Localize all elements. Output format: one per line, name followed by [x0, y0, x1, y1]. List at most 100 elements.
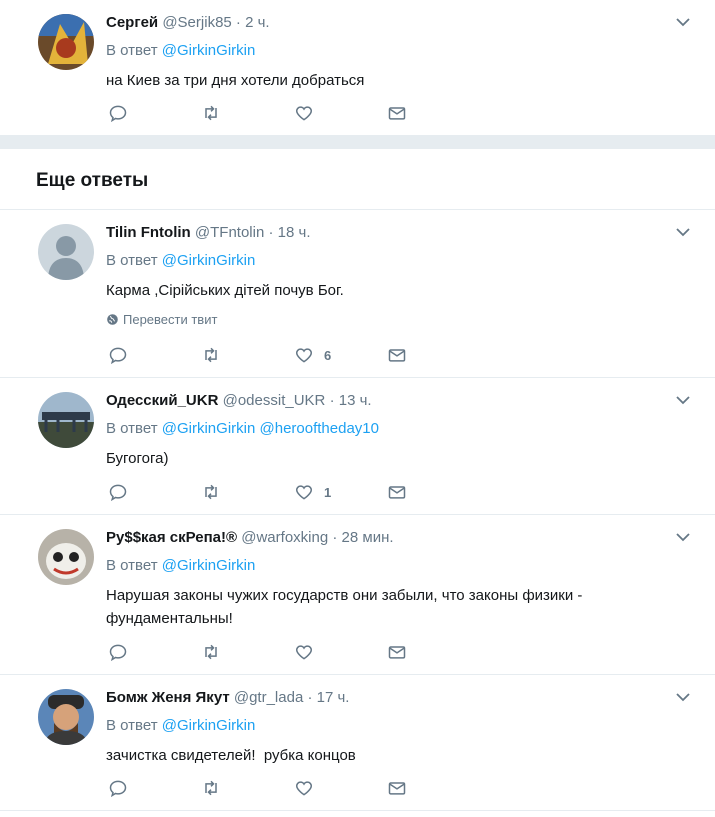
retweet-icon: [205, 105, 217, 121]
tweet-actions: 1: [108, 482, 428, 504]
tweet-time[interactable]: 13 ч.: [339, 392, 372, 409]
dm-icon: [388, 646, 406, 659]
like-icon: [295, 485, 313, 500]
author-handle[interactable]: @Serjik85: [162, 14, 231, 31]
tweet-time[interactable]: 28 мин.: [342, 529, 394, 546]
author-name[interactable]: Бомж Женя Якут: [106, 689, 230, 706]
retweet-button[interactable]: [201, 642, 221, 662]
reply-mention-link[interactable]: @GirkinGirkin: [162, 557, 256, 574]
avatar[interactable]: [38, 14, 94, 70]
author-name[interactable]: Одесский_UKR: [106, 392, 218, 409]
dm-icon: [388, 486, 406, 499]
reply-button[interactable]: [108, 642, 128, 662]
reply-icon: [109, 484, 127, 502]
reply-icon: [109, 644, 127, 662]
dm-icon: [388, 349, 406, 362]
chevron-down-icon[interactable]: [675, 14, 691, 30]
retweet-button[interactable]: [201, 482, 221, 502]
tweet-card[interactable]: Сергей @Serjik85 · 2 ч. В ответ @GirkinG…: [0, 0, 715, 136]
author-name[interactable]: Ру$$кая скРепа!®: [106, 529, 237, 546]
retweet-button[interactable]: [201, 778, 221, 798]
tweet-text-line: фундаментальны!: [106, 610, 233, 627]
reply-mention-link[interactable]: @GirkinGirkin: [162, 42, 256, 59]
reply-button[interactable]: [108, 778, 128, 798]
like-button[interactable]: 1: [294, 482, 331, 502]
separator-dot: ·: [268, 224, 274, 241]
chevron-down-icon[interactable]: [675, 392, 691, 408]
tweet-card[interactable]: Tilin Fntolin @TFntolin · 18 ч. В ответ …: [0, 210, 715, 378]
reply-mention-link[interactable]: @GirkinGirkin: [162, 717, 256, 734]
translate-label[interactable]: Перевести твит: [123, 312, 217, 327]
like-count: 1: [324, 484, 332, 500]
author-handle[interactable]: @gtr_lada: [234, 689, 303, 706]
chevron-down-icon[interactable]: [675, 529, 691, 545]
section-separator: [0, 136, 715, 149]
like-icon: [295, 348, 313, 363]
section-title: Еще ответы: [36, 170, 149, 191]
like-button[interactable]: [294, 642, 324, 662]
like-icon: [295, 645, 313, 660]
separator-dot: ·: [307, 689, 313, 706]
like-button[interactable]: [294, 103, 324, 123]
direct-message-button[interactable]: [387, 482, 407, 502]
direct-message-button[interactable]: [387, 103, 407, 123]
globe-icon: [107, 314, 118, 325]
like-button[interactable]: [294, 778, 324, 798]
reply-mention-link-2[interactable]: @herooftheday10: [260, 420, 379, 437]
more-replies-header: Еще ответы: [0, 149, 715, 210]
author-handle[interactable]: @odessit_UKR: [223, 392, 326, 409]
reply-prefix: В ответ: [106, 420, 158, 437]
tweet-card[interactable]: Бомж Женя Якут @gtr_lada · 17 ч. В ответ…: [0, 675, 715, 811]
tweet-text: Нарушая законы чужих государств они забы…: [106, 584, 695, 630]
reply-button[interactable]: [108, 482, 128, 502]
author-name[interactable]: Сергей: [106, 14, 158, 31]
tweet-text: Карма ,Сірійських дітей почув Бог.: [106, 282, 344, 299]
tweet-actions: [108, 778, 428, 800]
avatar[interactable]: [38, 529, 94, 585]
avatar[interactable]: [38, 224, 94, 280]
separator-dot: ·: [332, 529, 338, 546]
tweet-text: зачистка свидетелей! рубка концов: [106, 747, 356, 764]
author-handle[interactable]: @warfoxking: [241, 529, 328, 546]
avatar[interactable]: [38, 689, 94, 745]
author-name[interactable]: Tilin Fntolin: [106, 224, 191, 241]
reply-prefix: В ответ: [106, 557, 158, 574]
reply-prefix: В ответ: [106, 717, 158, 734]
retweet-icon: [205, 484, 217, 500]
tweet-text: на Киев за три дня хотели добраться: [106, 72, 365, 89]
retweet-icon: [205, 780, 217, 796]
retweet-button[interactable]: [201, 103, 221, 123]
chevron-down-icon[interactable]: [675, 689, 691, 705]
retweet-icon: [205, 644, 217, 660]
reply-icon: [109, 347, 127, 365]
tweet-time[interactable]: 2 ч.: [245, 14, 270, 31]
reply-prefix: В ответ: [106, 42, 158, 59]
like-button[interactable]: 6: [294, 345, 331, 365]
tweet-time[interactable]: 18 ч.: [278, 224, 311, 241]
tweet-actions: [108, 103, 428, 125]
reply-icon: [109, 780, 127, 798]
direct-message-button[interactable]: [387, 778, 407, 798]
avatar[interactable]: [38, 392, 94, 448]
retweet-button[interactable]: [201, 345, 221, 365]
tweet-actions: [108, 642, 428, 664]
author-handle[interactable]: @TFntolin: [195, 224, 264, 241]
tweet-actions: 6: [108, 345, 428, 367]
tweet-text: Бугогога): [106, 450, 169, 467]
reply-button[interactable]: [108, 345, 128, 365]
tweet-time[interactable]: 17 ч.: [317, 689, 350, 706]
separator-dot: ·: [235, 14, 241, 31]
reply-mention-link[interactable]: @GirkinGirkin: [162, 252, 256, 269]
like-icon: [295, 106, 313, 121]
direct-message-button[interactable]: [387, 642, 407, 662]
separator-dot: ·: [329, 392, 335, 409]
retweet-icon: [205, 347, 217, 363]
chevron-down-icon[interactable]: [675, 224, 691, 240]
reply-mention-link[interactable]: @GirkinGirkin: [162, 420, 256, 437]
tweet-card[interactable]: Одесский_UKR @odessit_UKR · 13 ч. В отве…: [0, 378, 715, 515]
translate-tweet-link[interactable]: Перевести твит: [106, 312, 695, 327]
reply-button[interactable]: [108, 103, 128, 123]
like-icon: [295, 781, 313, 796]
direct-message-button[interactable]: [387, 345, 407, 365]
tweet-card[interactable]: Ру$$кая скРепа!® @warfoxking · 28 мин. В…: [0, 515, 715, 675]
